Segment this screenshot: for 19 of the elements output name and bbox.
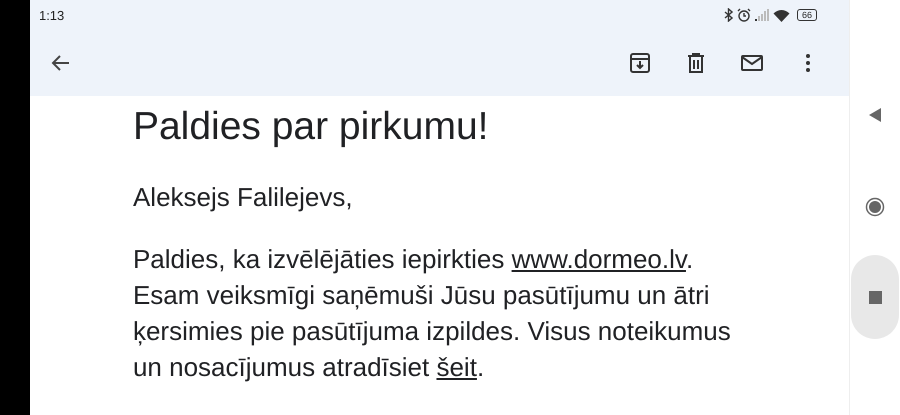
recents-nav-button[interactable] bbox=[851, 255, 900, 339]
triangle-icon bbox=[869, 108, 882, 122]
signal-icon bbox=[755, 9, 770, 21]
circle-icon bbox=[865, 197, 886, 217]
link[interactable]: www.dormeo.lv bbox=[512, 244, 686, 274]
square-icon bbox=[868, 290, 882, 304]
link[interactable]: šeit bbox=[436, 352, 477, 382]
alarm-icon bbox=[737, 8, 752, 22]
email-paragraph: Paldies, ka izvēlējāties iepirkties www.dormeo.lv. Esam veiksmīgi saņēmuši Jūsu pasūtījumu un ātri ķersimies pie pasūtījuma izpildes. Visus noteikumus un nosacījumus atradīsiet šeit. bbox=[132, 243, 732, 384]
battery-icon: 66 bbox=[797, 9, 818, 21]
mail-icon bbox=[741, 52, 764, 74]
status-time: 1:13 bbox=[38, 8, 64, 22]
more-icon bbox=[806, 53, 810, 73]
archive-icon bbox=[629, 52, 652, 74]
email-heading: Paldies par pirkumu! bbox=[132, 104, 490, 150]
back-arrow-icon bbox=[50, 54, 70, 72]
bluetooth-icon bbox=[724, 8, 734, 22]
wifi-icon bbox=[773, 8, 790, 22]
greeting-text: Aleksejs Falilejevs, bbox=[132, 181, 354, 214]
